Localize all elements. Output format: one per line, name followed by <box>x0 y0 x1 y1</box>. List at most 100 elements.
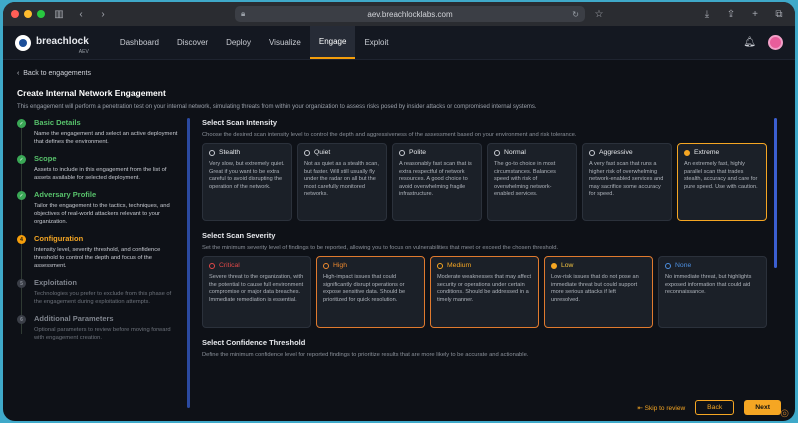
severity-option-medium[interactable]: Medium Moderate weaknesses that may affec… <box>430 256 539 328</box>
severity-option-description: High-impact issues that could significan… <box>323 274 406 303</box>
back-to-engagements-link[interactable]: ‹ Back to engagements <box>17 70 781 80</box>
breachlock-logo[interactable]: breachlock AEV <box>15 31 89 55</box>
intensity-option-label: Quiet <box>314 149 331 156</box>
step-title: Scope <box>34 154 57 163</box>
tabs-icon[interactable]: ⧉ <box>771 9 787 20</box>
stepper: ✓ Basic Details Name the engagement and se… <box>17 118 179 408</box>
check-icon: ✓ <box>17 119 26 128</box>
radio-button[interactable] <box>209 149 215 156</box>
maximize-window-button[interactable] <box>37 10 45 18</box>
step-description: Technologies you prefer to exclude from … <box>34 291 172 305</box>
address-bar[interactable]: 🔒︎ aev.breachlocklabs.com ↻ <box>235 6 585 22</box>
severity-option-none[interactable]: None No immediate threat, but highlights … <box>658 256 767 328</box>
radio-button[interactable] <box>399 149 405 156</box>
intensity-option-description: Not as quiet as a stealth scan, but fast… <box>304 161 379 198</box>
step-number: 5 <box>17 279 26 288</box>
skip-label: Skip to review <box>644 404 686 412</box>
step-number: 4 <box>17 235 26 244</box>
check-icon: ✓ <box>17 191 26 200</box>
avatar[interactable] <box>768 35 783 50</box>
back-arrow-icon[interactable]: ‹ <box>73 9 89 20</box>
severity-description: Set the minimum severity level of findin… <box>202 245 559 251</box>
share-icon[interactable]: ⇪ <box>723 9 739 20</box>
severity-options: Critical Severe threat to the organizatio… <box>202 256 767 328</box>
intensity-option-polite[interactable]: Polite A reasonably fast scan that is ext… <box>392 143 482 221</box>
close-window-button[interactable] <box>11 10 19 18</box>
radio-button[interactable] <box>684 149 690 156</box>
step-title: Configuration <box>34 234 84 243</box>
skip-to-review-link[interactable]: ⇤ Skip to review <box>637 404 685 412</box>
browser-toolbar: ▥ ‹ › 🔒︎ aev.breachlocklabs.com ↻ ☆ ⤓ ⇪ … <box>3 2 795 26</box>
check-icon: ✓ <box>17 155 26 164</box>
radio-button[interactable] <box>551 262 557 269</box>
star-icon[interactable]: ☆ <box>591 9 607 20</box>
intensity-options: Stealth Very slow, but extremely quiet. G… <box>202 143 767 221</box>
nav-visualize[interactable]: Visualize <box>260 26 310 59</box>
step-5[interactable]: 5 Exploitation Technologies you prefer to … <box>17 278 179 334</box>
step-3[interactable]: ✓ Adversary Profile Tailor the engagement … <box>17 190 179 246</box>
severity-option-description: No immediate threat, but highlights expo… <box>665 274 752 296</box>
severity-title: Select Scan Severity <box>202 231 276 240</box>
step-title: Exploitation <box>34 278 77 287</box>
forward-arrow-icon[interactable]: › <box>95 9 111 20</box>
reload-icon[interactable]: ↻ <box>572 10 579 19</box>
bell-icon[interactable]: 🔔︎ <box>743 37 756 48</box>
nav-dashboard[interactable]: Dashboard <box>111 26 168 59</box>
radio-button[interactable] <box>494 149 500 156</box>
intensity-option-quiet[interactable]: Quiet Not as quiet as a stealth scan, but… <box>297 143 387 221</box>
step-2[interactable]: ✓ Scope Assets to include in this engageme… <box>17 154 179 210</box>
intensity-option-stealth[interactable]: Stealth Very slow, but extremely quiet. G… <box>202 143 292 221</box>
severity-option-description: Low-risk issues that do not pose an imme… <box>551 274 639 303</box>
step-6[interactable]: 6 Additional Parameters Optional parameter… <box>17 314 179 342</box>
severity-option-low[interactable]: Low Low-risk issues that do not pose an i… <box>544 256 653 328</box>
radio-button[interactable] <box>437 262 443 269</box>
app-window: ▥ ‹ › 🔒︎ aev.breachlocklabs.com ↻ ☆ ⤓ ⇪ … <box>3 2 795 421</box>
intensity-option-label: Stealth <box>219 149 241 156</box>
wizard-footer: ⇤ Skip to review Back Next <box>637 400 781 415</box>
next-button[interactable]: Next <box>744 400 781 415</box>
severity-option-label: High <box>333 262 347 269</box>
minimize-window-button[interactable] <box>24 10 32 18</box>
window-controls <box>11 10 45 18</box>
severity-option-critical[interactable]: Critical Severe threat to the organizatio… <box>202 256 311 328</box>
step-number: 6 <box>17 315 26 324</box>
download-icon[interactable]: ⤓ <box>699 9 715 20</box>
step-description: Name the engagement and select an active… <box>34 131 178 145</box>
intensity-option-description: A reasonably fast scan that is extra res… <box>399 161 472 198</box>
radio-button[interactable] <box>304 149 310 156</box>
nav-discover[interactable]: Discover <box>168 26 217 59</box>
sidebar-icon[interactable]: ▥ <box>51 9 67 20</box>
severity-option-description: Severe threat to the organization, with … <box>209 274 304 303</box>
step-1[interactable]: ✓ Basic Details Name the engagement and se… <box>17 118 179 174</box>
step-description: Optional parameters to review before mov… <box>34 327 171 341</box>
nav-engage[interactable]: Engage <box>309 26 356 59</box>
severity-option-high[interactable]: High High-impact issues that could signif… <box>316 256 425 328</box>
intensity-option-description: A very fast scan that runs a higher risk… <box>589 161 664 198</box>
step-4[interactable]: 4 Configuration Intensity level, severity … <box>17 234 179 290</box>
nav-exploit[interactable]: Exploit <box>355 26 397 59</box>
back-button[interactable]: Back <box>695 400 735 415</box>
radio-button[interactable] <box>209 262 215 269</box>
radio-button[interactable] <box>589 149 595 156</box>
nav-deploy[interactable]: Deploy <box>217 26 260 59</box>
step-title: Additional Parameters <box>34 314 114 323</box>
logo-mark-icon <box>15 34 31 51</box>
severity-option-label: Low <box>561 262 574 269</box>
intensity-option-label: Polite <box>409 149 427 156</box>
radio-button[interactable] <box>665 262 671 269</box>
new-tab-icon[interactable]: + <box>747 9 763 20</box>
page-title: Create Internal Network Engagement <box>17 88 166 98</box>
step-connector <box>21 288 22 334</box>
lock-icon: 🔒︎ <box>241 9 246 18</box>
scrollbar[interactable] <box>774 118 777 268</box>
intensity-option-description: Very slow, but extremely quiet. Great if… <box>209 161 285 190</box>
radio-button[interactable] <box>323 262 329 269</box>
intensity-option-normal[interactable]: Normal The go-to choice in most circumsta… <box>487 143 577 221</box>
severity-option-label: Medium <box>447 262 472 269</box>
intensity-option-description: The go-to choice in most circumstances. … <box>494 161 556 198</box>
intensity-option-description: An extremely fast, highly parallel scan … <box>684 161 758 190</box>
intensity-option-aggressive[interactable]: Aggressive A very fast scan that runs a h… <box>582 143 672 221</box>
intensity-option-extreme[interactable]: Extreme An extremely fast, highly paralle… <box>677 143 767 221</box>
logo-text: breachlock <box>36 35 89 47</box>
url-text: aev.breachlocklabs.com <box>367 9 453 19</box>
